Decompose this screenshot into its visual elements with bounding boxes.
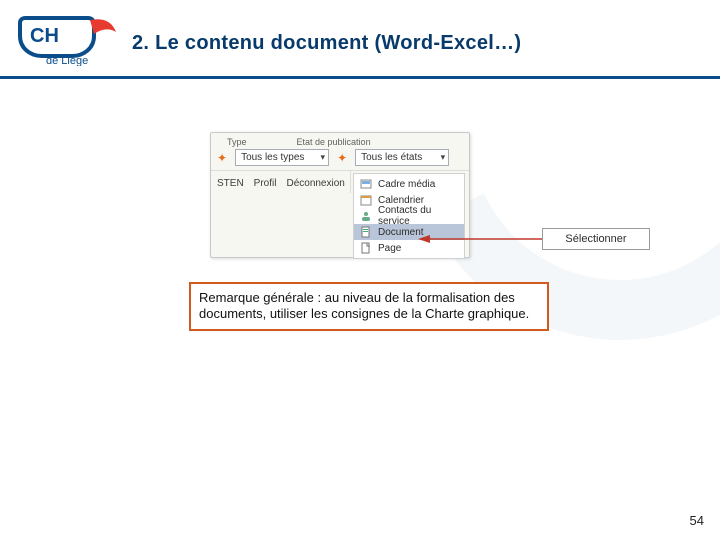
svg-text:CH: CH xyxy=(30,25,59,47)
media-icon xyxy=(360,178,372,190)
menu-item-label: Contacts du service xyxy=(378,205,458,227)
menu-item-cadre-media[interactable]: Cadre média xyxy=(354,176,464,192)
slide: CH de Liège 2. Le contenu document (Word… xyxy=(0,0,720,540)
callout-text: Sélectionner xyxy=(565,233,626,245)
bottom-row: STEN Profil Déconnexion Cadre média Cale… xyxy=(211,171,469,263)
nav-item[interactable]: STEN xyxy=(217,178,244,189)
filter-row: ✦ Tous les types ▾ ✦ Tous les états ▾ xyxy=(211,149,469,171)
svg-text:de Liège: de Liège xyxy=(46,55,88,66)
page-icon xyxy=(360,242,372,254)
filter-labels: Type Etat de publication xyxy=(211,133,469,149)
document-icon xyxy=(360,226,372,238)
chu-liege-logo: CH de Liège xyxy=(16,14,124,66)
type-select-value: Tous les types xyxy=(241,152,304,163)
nav-item[interactable]: Profil xyxy=(254,178,277,189)
title-underline xyxy=(0,76,720,79)
type-select[interactable]: Tous les types ▾ xyxy=(235,149,329,166)
menu-item-label: Document xyxy=(378,227,424,238)
calendar-icon xyxy=(360,194,372,206)
star-icon: ✦ xyxy=(217,151,227,165)
etat-select[interactable]: Tous les états ▾ xyxy=(355,149,449,166)
slide-title: 2. Le contenu document (Word-Excel…) xyxy=(132,32,521,55)
star-icon: ✦ xyxy=(337,151,347,165)
menu-item-label: Calendrier xyxy=(378,195,424,206)
etat-select-value: Tous les états xyxy=(361,152,422,163)
nav-item[interactable]: Déconnexion xyxy=(286,178,344,189)
remark-text: Remarque générale : au niveau de la form… xyxy=(199,290,529,321)
chevron-down-icon: ▾ xyxy=(441,152,446,163)
menu-item-label: Page xyxy=(378,243,401,254)
page-number: 54 xyxy=(690,513,704,528)
label-etat: Etat de publication xyxy=(297,137,371,147)
chevron-down-icon: ▾ xyxy=(321,152,326,163)
menu-item-contacts[interactable]: Contacts du service xyxy=(354,208,464,224)
label-type: Type xyxy=(227,137,247,147)
remark-box: Remarque générale : au niveau de la form… xyxy=(189,282,549,331)
contacts-icon xyxy=(360,210,372,222)
callout-box: Sélectionner xyxy=(542,228,650,250)
nav-strip: STEN Profil Déconnexion xyxy=(211,171,351,193)
menu-item-label: Cadre média xyxy=(378,179,435,190)
add-content-menu: Cadre média Calendrier Contacts du servi… xyxy=(353,173,465,259)
callout-arrow xyxy=(418,232,544,244)
